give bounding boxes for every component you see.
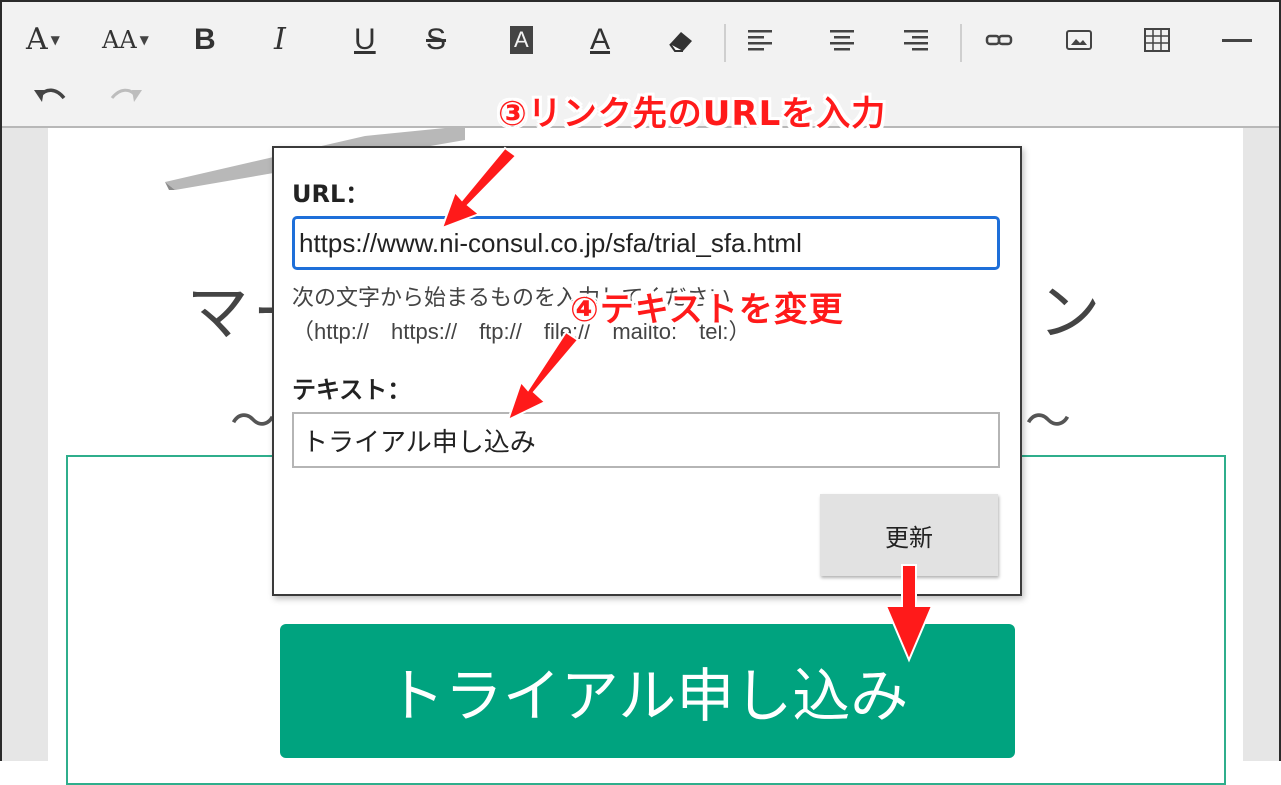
background-color-button[interactable]: A [510, 20, 533, 60]
url-label: URL： [292, 180, 370, 208]
link-button[interactable] [984, 20, 1014, 60]
align-center-button[interactable] [828, 20, 856, 60]
align-left-button[interactable] [746, 20, 774, 60]
text-label: テキスト： [292, 376, 412, 404]
align-right-icon [904, 30, 928, 51]
redo-icon [110, 88, 142, 102]
align-center-icon [830, 30, 854, 51]
table-button[interactable] [1142, 20, 1172, 60]
font-family-button[interactable]: A ▼ [26, 20, 60, 60]
step4-annotation: ④テキストを変更 [570, 290, 844, 330]
update-button[interactable]: 更新 [820, 494, 998, 576]
image-button[interactable] [1064, 20, 1094, 60]
align-left-icon [748, 30, 772, 51]
eraser-button[interactable] [666, 20, 696, 60]
link-dialog: URL： 次の文字から始まるものを入力してください （http:// https… [272, 146, 1022, 596]
image-icon [1066, 30, 1092, 50]
horizontal-rule-button[interactable] [1220, 20, 1254, 60]
heading-tilde-left: 〜 [230, 394, 276, 448]
heading-tilde-right: 〜 [1025, 394, 1071, 448]
link-icon [985, 34, 1013, 46]
undo-icon [34, 88, 66, 102]
font-size-button[interactable]: AA ▼ [102, 20, 149, 60]
font-icon: A [26, 22, 48, 57]
undo-button[interactable] [32, 76, 68, 116]
toolbar-divider [724, 24, 726, 62]
trial-application-button[interactable]: トライアル申し込み [280, 624, 1015, 758]
italic-button[interactable]: I [274, 20, 286, 60]
align-right-button[interactable] [902, 20, 930, 60]
toolbar-divider [960, 24, 962, 62]
bold-button[interactable]: B [194, 20, 216, 60]
table-icon [1144, 28, 1170, 52]
underline-button[interactable]: U [354, 20, 376, 60]
italic-icon: I [274, 22, 286, 57]
horizontal-rule-icon [1222, 39, 1252, 42]
eraser-icon [669, 32, 692, 52]
chevron-down-icon: ▼ [139, 33, 149, 47]
font-color-icon: A [590, 23, 611, 56]
font-color-button[interactable]: A [590, 20, 610, 60]
link-text-input[interactable] [292, 412, 1000, 468]
redo-button[interactable] [108, 76, 144, 116]
chevron-down-icon: ▼ [50, 33, 60, 47]
underline-icon: U [354, 23, 376, 56]
strikethrough-icon: S [426, 23, 447, 56]
background-color-icon: A [510, 26, 533, 54]
strikethrough-button[interactable]: S [426, 20, 446, 60]
url-input[interactable] [292, 216, 1000, 270]
bold-icon: B [194, 23, 216, 56]
font-size-icon: AA [102, 26, 137, 54]
step3-annotation: ③リンク先のURLを入力 [498, 94, 887, 134]
